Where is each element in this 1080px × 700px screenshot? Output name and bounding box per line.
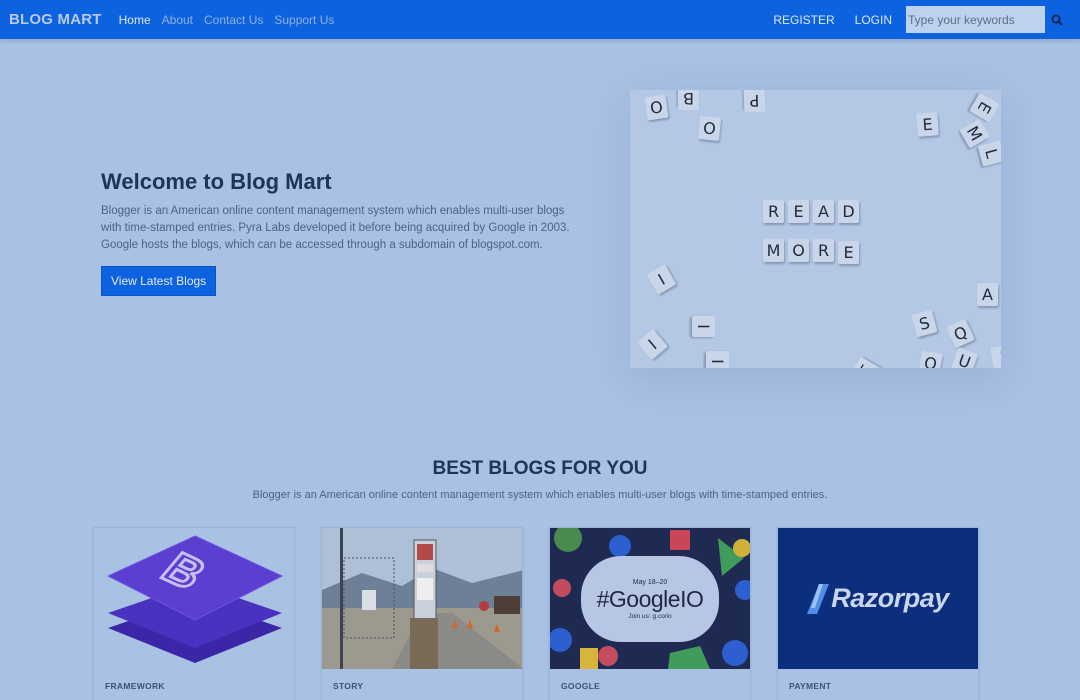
tile: E [838, 241, 859, 264]
card-category: PAYMENT [789, 681, 832, 691]
tile: O [697, 115, 722, 142]
tile: T [850, 356, 881, 368]
search-button[interactable] [1045, 6, 1068, 33]
nav-link-support[interactable]: Support Us [274, 13, 334, 27]
nav-link-home[interactable]: Home [119, 13, 151, 27]
google-io-banner: May 18–20 #GoogleIO Join us: g.co/io [581, 556, 719, 642]
razorpay-wordmark: Razorpay [831, 583, 949, 613]
register-link[interactable]: REGISTER [773, 13, 834, 27]
tile: A [977, 283, 998, 306]
nav-links: Home About Contact Us Support Us [119, 13, 335, 27]
bootstrap-icon: B [106, 535, 284, 663]
card-category: FRAMEWORK [105, 681, 165, 691]
io-title: #GoogleIO [596, 585, 704, 612]
blog-card-framework[interactable]: B FRAMEWORK [93, 527, 295, 700]
tile: A [813, 200, 834, 223]
nav-right: REGISTER LOGIN [773, 6, 1080, 33]
google-io-image: May 18–20 #GoogleIO Join us: g.co/io [550, 528, 750, 669]
tile: I [990, 344, 1001, 368]
razorpay-logo-image: Razorpay [778, 528, 978, 669]
hero-image: O B O P E M L E I I I I A S Q O U T I R … [630, 90, 1001, 368]
tile: E [788, 200, 809, 223]
io-date: May 18–20 [632, 578, 668, 586]
road-gate-image [322, 528, 522, 669]
tile: I [706, 351, 729, 368]
tile: P [743, 90, 766, 113]
login-link[interactable]: LOGIN [855, 13, 892, 27]
tile: S [911, 309, 938, 338]
razorpay-icon [807, 583, 830, 614]
tile: I [646, 264, 677, 295]
section-title: BEST BLOGS FOR YOU [432, 458, 648, 479]
card-category: STORY [333, 681, 364, 691]
tile: Q [946, 318, 975, 349]
search-icon [1051, 14, 1063, 26]
tile: U [950, 347, 979, 368]
tile: L [977, 140, 1001, 167]
search-input[interactable] [906, 6, 1045, 33]
nav-link-about[interactable]: About [162, 13, 193, 27]
hero-description: Blogger is an American online content ma… [101, 205, 570, 251]
navbar: BLOG MART Home About Contact Us Support … [0, 0, 1080, 39]
hero-text: Welcome to Blog Mart Blogger is an Ameri… [101, 169, 586, 296]
tile: I [637, 328, 668, 361]
blog-card-payment[interactable]: Razorpay PAYMENT [777, 527, 979, 700]
tile: B [678, 90, 699, 110]
hero-title: Welcome to Blog Mart [101, 169, 332, 194]
card-category: GOOGLE [561, 681, 601, 691]
blog-card-story[interactable]: STORY [321, 527, 523, 700]
section-subtitle: Blogger is an American online content ma… [252, 489, 828, 501]
tile: E [969, 92, 1000, 123]
tile: R [763, 200, 784, 223]
tile: O [918, 350, 943, 368]
tile: O [788, 239, 809, 262]
tile: R [813, 239, 834, 262]
bootstrap-logo-image: B [94, 528, 294, 669]
blog-card-google[interactable]: May 18–20 #GoogleIO Join us: g.co/io GOO… [549, 527, 751, 700]
tile: D [838, 200, 859, 223]
view-latest-blogs-button[interactable]: View Latest Blogs [101, 266, 217, 296]
tile: M [763, 239, 784, 262]
io-join: Join us: g.co/io [628, 612, 672, 620]
brand-logo[interactable]: BLOG MART [9, 11, 102, 28]
tile: E [916, 112, 939, 137]
tile: O [644, 94, 669, 121]
nav-link-contact[interactable]: Contact Us [204, 13, 263, 27]
tile: I [692, 316, 715, 337]
